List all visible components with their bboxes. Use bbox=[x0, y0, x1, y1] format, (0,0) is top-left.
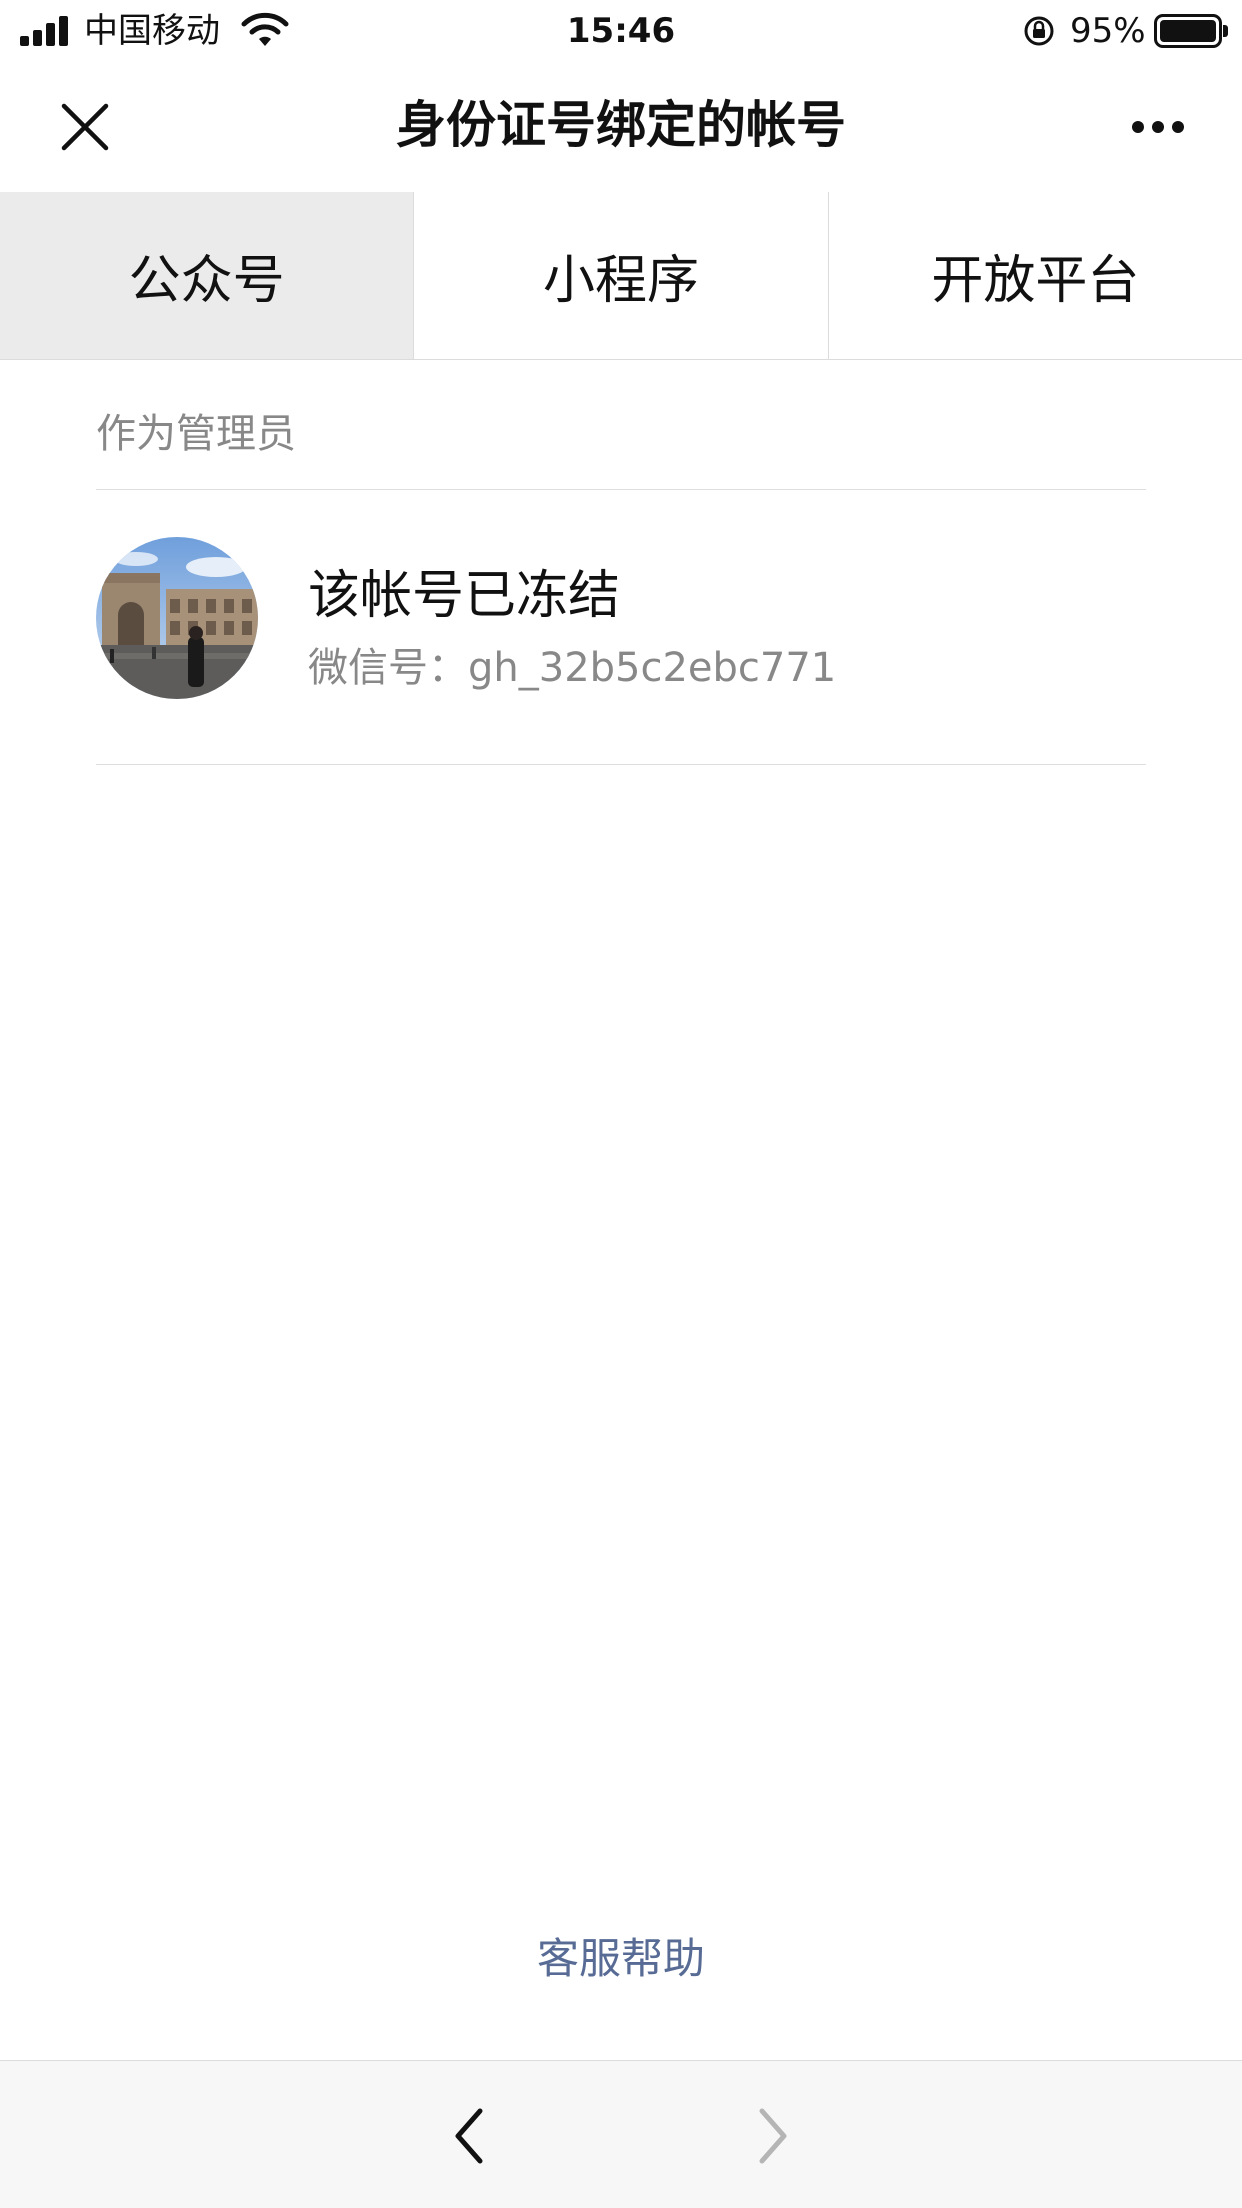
back-button[interactable] bbox=[440, 2101, 500, 2171]
chevron-left-icon bbox=[455, 2108, 483, 2164]
avatar bbox=[96, 537, 258, 699]
account-name: 该帐号已冻结 bbox=[308, 566, 621, 626]
nav-bar: 身份证号绑定的帐号 bbox=[0, 62, 1242, 192]
customer-service-link[interactable]: 客服帮助 bbox=[0, 1930, 1242, 1988]
more-icon bbox=[1132, 121, 1144, 133]
tab-bar: 公众号 小程序 开放平台 bbox=[0, 192, 1242, 360]
account-list-item[interactable]: 该帐号已冻结 微信号：gh_32b5c2ebc771 bbox=[96, 490, 1146, 764]
tab-open-platform[interactable]: 开放平台 bbox=[828, 192, 1242, 359]
divider bbox=[96, 764, 1146, 765]
screen: 中国移动 15:46 95% 身份证号绑定的帐号 公众号 小程序 开放平台 作为… bbox=[0, 0, 1242, 2208]
battery-icon bbox=[1154, 14, 1228, 48]
rotation-lock-icon bbox=[1024, 16, 1054, 46]
tab-official-accounts[interactable]: 公众号 bbox=[0, 192, 415, 359]
page-title: 身份证号绑定的帐号 bbox=[396, 96, 846, 154]
more-button[interactable] bbox=[1120, 102, 1196, 152]
account-wechat-id: 微信号：gh_32b5c2ebc771 bbox=[308, 645, 837, 691]
bottom-toolbar bbox=[0, 2060, 1242, 2208]
section-label: 作为管理员 bbox=[96, 411, 296, 457]
tab-mini-programs[interactable]: 小程序 bbox=[414, 192, 829, 359]
forward-button[interactable] bbox=[742, 2101, 802, 2171]
status-bar: 中国移动 15:46 95% bbox=[0, 0, 1242, 62]
chevron-right-icon bbox=[759, 2108, 787, 2164]
battery-percent: 95% bbox=[1070, 11, 1146, 51]
